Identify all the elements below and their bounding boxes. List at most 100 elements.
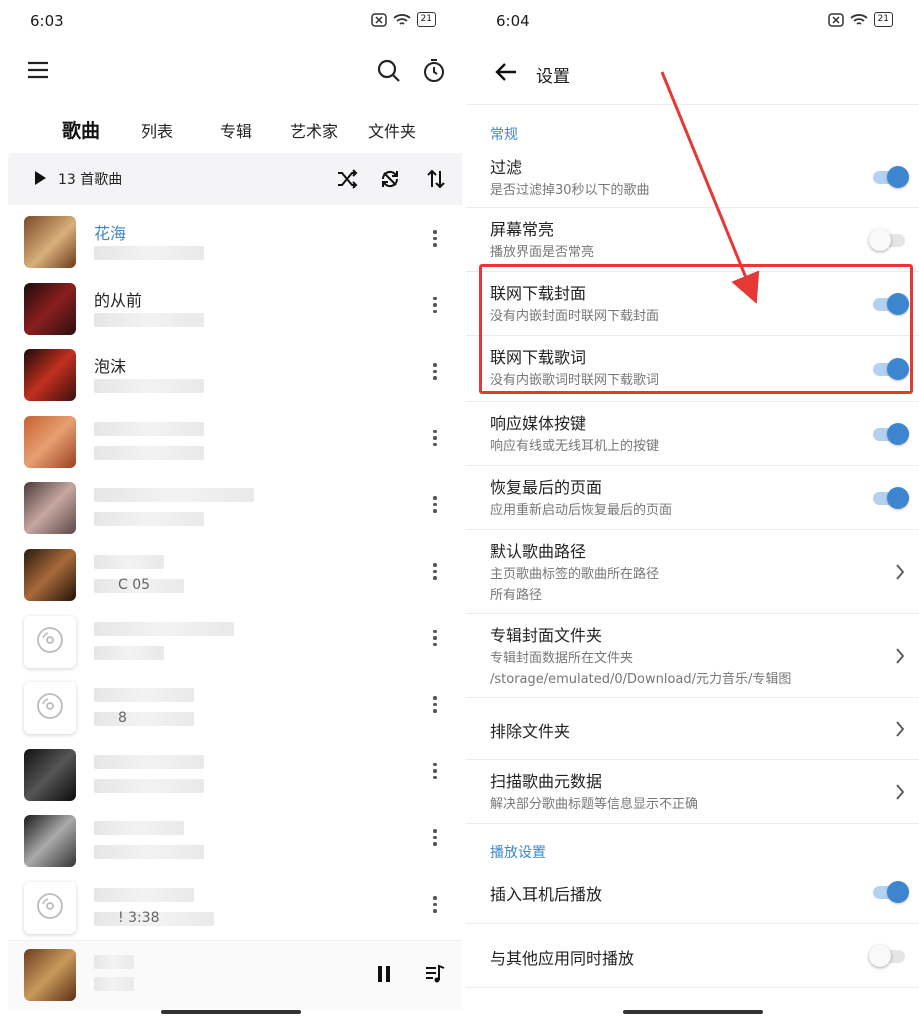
song-list-screen: 6:03 21 歌曲 列表 专辑 艺术家 文件夹 13 首歌曲 花海 的从前 泡沫 C…: [0, 0, 462, 1024]
song-row[interactable]: 花海: [0, 208, 462, 274]
setting-subtitle: 解决部分歌曲标题等信息显示不正确: [490, 797, 699, 812]
more-vert-icon[interactable]: [432, 363, 438, 383]
setting-row[interactable]: 扫描歌曲元数据 解决部分歌曲标题等信息显示不正确: [466, 760, 919, 824]
setting-subtitle: 主页歌曲标签的歌曲所在路径: [490, 567, 660, 582]
song-artist-blurred: [94, 712, 194, 727]
song-row[interactable]: 8: [0, 674, 462, 740]
queue-icon[interactable]: [424, 963, 446, 989]
setting-row[interactable]: 默认歌曲路径 主页歌曲标签的歌曲所在路径 所有路径: [466, 530, 919, 614]
section-general: 常规: [490, 127, 518, 143]
more-vert-icon[interactable]: [432, 429, 438, 450]
song-title: 的从前: [94, 290, 143, 310]
sort-icon[interactable]: [426, 167, 446, 195]
now-playing-title: [94, 955, 134, 969]
song-row[interactable]: [0, 608, 462, 674]
song-title-blurred: [94, 621, 234, 636]
song-title-blurred: [94, 555, 164, 569]
toggle-switch[interactable]: [871, 293, 909, 315]
toggle-switch[interactable]: [871, 358, 909, 380]
search-icon[interactable]: [376, 58, 402, 88]
song-row[interactable]: [0, 741, 462, 807]
status-time: 6:04: [496, 12, 530, 30]
song-title-blurred: [94, 754, 204, 769]
tab-folders[interactable]: 文件夹: [368, 118, 416, 142]
shuffle-icon[interactable]: [335, 167, 359, 195]
song-subtitle: C 05: [118, 577, 151, 593]
more-vert-icon[interactable]: [432, 696, 438, 716]
more-vert-icon[interactable]: [432, 496, 438, 516]
wifi-icon: [849, 13, 868, 27]
setting-row[interactable]: 插入耳机后播放: [466, 860, 919, 924]
tab-albums[interactable]: 专辑: [220, 118, 252, 142]
more-vert-icon[interactable]: [432, 230, 438, 250]
album-cover: [24, 549, 76, 601]
chevron-right-icon[interactable]: [895, 563, 905, 585]
repeat-icon[interactable]: [378, 167, 402, 195]
chevron-right-icon[interactable]: [895, 647, 905, 669]
back-arrow-icon[interactable]: [494, 62, 518, 86]
toggle-switch[interactable]: [871, 166, 909, 188]
setting-row[interactable]: 联网下载封面 没有内嵌封面时联网下载封面: [466, 272, 919, 336]
song-artist-blurred: [94, 445, 204, 460]
setting-subtitle: 没有内嵌封面时联网下载封面: [490, 309, 660, 324]
album-cover: [24, 415, 76, 468]
setting-subtitle: 播放界面是否常亮: [490, 245, 595, 260]
chevron-right-icon[interactable]: [895, 720, 905, 742]
tab-artists[interactable]: 艺术家: [290, 118, 338, 142]
home-indicator[interactable]: [622, 1010, 763, 1014]
song-subtitle: ! 3:38: [118, 910, 160, 926]
song-row[interactable]: C 05: [0, 541, 462, 607]
song-row[interactable]: [0, 474, 462, 540]
mini-player[interactable]: [8, 940, 462, 1010]
setting-row[interactable]: 过滤是否过滤掉30秒以下的歌曲: [466, 146, 919, 208]
album-cover: [24, 482, 76, 535]
album-cover: [24, 615, 76, 668]
more-vert-icon[interactable]: [432, 762, 438, 783]
setting-row[interactable]: 与其他应用同时播放: [466, 924, 919, 988]
setting-row[interactable]: 排除文件夹: [466, 698, 919, 760]
song-row[interactable]: 泡沫: [0, 341, 462, 407]
chevron-right-icon[interactable]: [895, 783, 905, 805]
setting-row[interactable]: 联网下载歌词 没有内嵌歌词时联网下载歌词: [466, 336, 919, 402]
song-title-blurred: [94, 488, 254, 503]
mute-icon: [370, 12, 387, 27]
more-vert-icon[interactable]: [432, 829, 438, 849]
setting-row[interactable]: 恢复最后的页面 应用重新启动后恢复最后的页面: [466, 466, 919, 530]
toggle-switch[interactable]: [871, 423, 909, 445]
song-title-blurred: [94, 688, 194, 703]
album-cover: [24, 349, 76, 402]
play-all-icon[interactable]: [33, 170, 47, 190]
album-cover: [24, 815, 76, 868]
tab-songs[interactable]: 歌曲: [62, 116, 100, 143]
toggle-switch[interactable]: [871, 487, 909, 509]
status-bar: 6:04 21: [466, 0, 919, 44]
timer-icon[interactable]: [421, 58, 447, 88]
toggle-switch[interactable]: [869, 229, 907, 251]
song-row[interactable]: [0, 807, 462, 873]
song-row[interactable]: [0, 408, 462, 474]
more-vert-icon[interactable]: [432, 896, 438, 916]
toggle-switch[interactable]: [871, 881, 909, 903]
now-playing-artist: [94, 977, 134, 991]
status-bar: 6:03 21: [0, 0, 462, 44]
setting-title: 过滤: [490, 158, 523, 177]
wifi-icon: [392, 13, 411, 27]
song-row[interactable]: 的从前: [0, 275, 462, 341]
setting-row[interactable]: 响应媒体按键 响应有线或无线耳机上的按键: [466, 402, 919, 466]
toggle-switch[interactable]: [869, 945, 907, 967]
setting-value: 所有路径: [490, 588, 543, 603]
setting-row[interactable]: 专辑封面文件夹 专辑封面数据所在文件夹/storage/emulated/0/Do…: [466, 614, 919, 698]
more-vert-icon[interactable]: [432, 629, 438, 650]
setting-subtitle: 应用重新启动后恢复最后的页面: [490, 503, 673, 518]
menu-icon[interactable]: [26, 60, 50, 80]
setting-title: 与其他应用同时播放: [490, 949, 635, 968]
tab-playlists[interactable]: 列表: [141, 118, 173, 142]
more-vert-icon[interactable]: [432, 296, 438, 317]
setting-value: /storage/emulated/0/Download/元力音乐/专辑图: [490, 672, 792, 687]
more-vert-icon[interactable]: [432, 563, 438, 583]
home-indicator[interactable]: [161, 1010, 301, 1014]
song-row[interactable]: ! 3:38: [0, 874, 462, 940]
setting-row[interactable]: 屏幕常亮 播放界面是否常亮: [466, 208, 919, 272]
pause-icon[interactable]: [376, 965, 392, 987]
setting-subtitle: 是否过滤掉30秒以下的歌曲: [490, 183, 650, 198]
